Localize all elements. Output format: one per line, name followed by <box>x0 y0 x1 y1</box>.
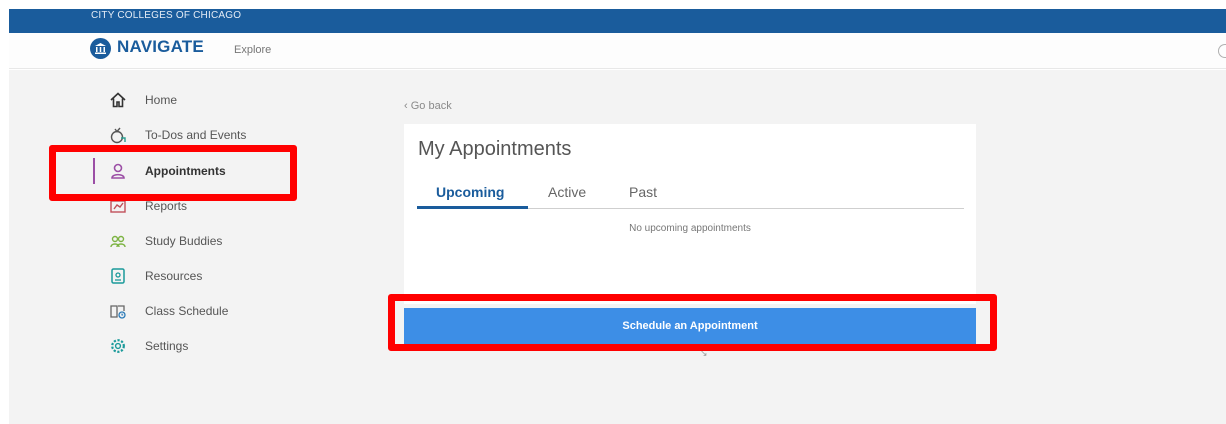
tab-selected-underline <box>417 206 528 209</box>
chevron-left-icon: ‹ <box>404 100 408 112</box>
sidebar-item-label: To-Dos and Events <box>145 128 247 142</box>
tab-active[interactable]: Active <box>548 184 586 200</box>
top-bar: CITY COLLEGES OF CHICAGO <box>9 9 1226 33</box>
tab-past[interactable]: Past <box>629 184 657 200</box>
navigate-logo-icon[interactable] <box>90 38 111 59</box>
sidebar-item-todos[interactable]: To-Dos and Events <box>108 125 246 145</box>
gear-icon <box>108 336 128 356</box>
sidebar-item-label: Home <box>145 93 178 107</box>
sidebar-item-label: Class Schedule <box>145 304 229 318</box>
sidebar-item-label: Reports <box>145 199 188 213</box>
empty-state-message: No upcoming appointments <box>629 223 751 234</box>
page-title: My Appointments <box>418 138 572 160</box>
explore-link[interactable]: Explore <box>234 44 271 56</box>
mouse-cursor-icon: ↘ <box>700 348 708 358</box>
appointments-card: My Appointments Upcoming Active Past No … <box>404 124 976 304</box>
class-schedule-icon <box>108 301 128 321</box>
go-back-label: Go back <box>410 100 452 112</box>
sidebar-item-label: Study Buddies <box>145 234 223 248</box>
home-icon <box>108 90 128 110</box>
resources-icon <box>108 266 128 286</box>
top-margin <box>0 0 1226 9</box>
sidebar-item-study-buddies[interactable]: Study Buddies <box>108 231 222 251</box>
reports-icon <box>108 196 128 216</box>
sidebar-item-appointments[interactable]: Appointments <box>108 161 226 181</box>
sidebar-item-label: Settings <box>145 339 189 353</box>
sidebar-item-label: Resources <box>145 269 203 283</box>
study-buddies-icon <box>108 231 128 251</box>
sidebar-item-settings[interactable]: Settings <box>108 336 188 356</box>
todo-icon <box>108 125 128 145</box>
tab-upcoming[interactable]: Upcoming <box>436 184 504 200</box>
help-icon[interactable] <box>1218 44 1226 58</box>
sidebar-item-reports[interactable]: Reports <box>108 196 187 216</box>
active-indicator <box>93 158 95 184</box>
go-back-link[interactable]: ‹ Go back <box>404 100 452 112</box>
sidebar-item-home[interactable]: Home <box>108 90 177 110</box>
sidebar-item-label: Appointments <box>145 164 226 178</box>
college-name: CITY COLLEGES OF CHICAGO <box>91 10 242 21</box>
schedule-appointment-button[interactable]: Schedule an Appointment <box>404 308 976 344</box>
person-icon <box>108 161 128 181</box>
sidebar-item-class-schedule[interactable]: Class Schedule <box>108 301 228 321</box>
sidebar-item-resources[interactable]: Resources <box>108 266 202 286</box>
brand-name[interactable]: NAVIGATE <box>117 37 204 57</box>
app-header: NAVIGATE Explore <box>9 33 1226 69</box>
appointment-tabs: Upcoming Active Past <box>417 180 964 209</box>
left-margin <box>0 9 9 424</box>
